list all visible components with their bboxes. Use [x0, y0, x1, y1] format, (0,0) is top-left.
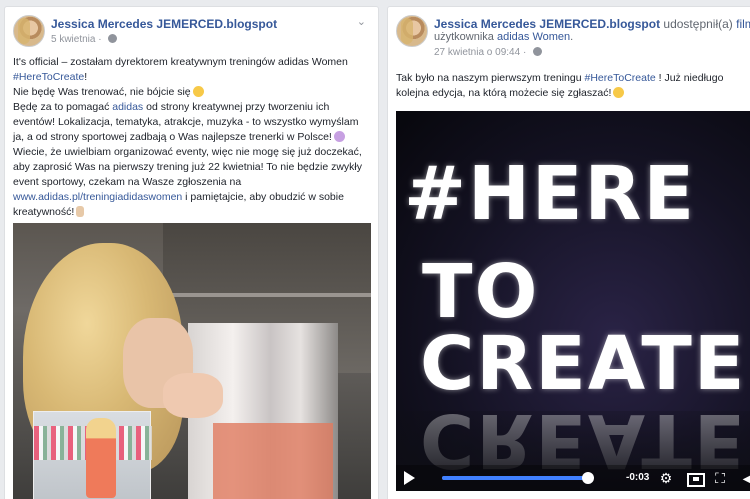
post-date[interactable]: 27 kwietnia o 09:44 — [434, 47, 520, 58]
text-line: Tak było na naszym pierwszym treningu — [396, 72, 585, 84]
globe-icon — [533, 47, 543, 56]
author-line: Jessica Mercedes JEMERCED.blogspot — [51, 17, 277, 31]
film-link[interactable]: film — [736, 17, 750, 31]
post-text: It's official – zostałam dyrektorem krea… — [13, 55, 368, 220]
post-meta: użytkownika adidas Women. — [434, 31, 573, 43]
user-suffix: . — [570, 31, 574, 43]
brand-link[interactable]: adidas — [112, 101, 143, 113]
volume-icon[interactable]: ◀ — [740, 470, 750, 486]
globe-icon — [108, 34, 118, 43]
picture-in-picture-icon[interactable] — [686, 470, 705, 487]
post-meta-date: 27 kwietnia o 09:44 · — [434, 47, 543, 58]
sparkle-emoji-icon — [333, 131, 345, 142]
text-line: ! — [84, 71, 88, 83]
author-name[interactable]: Jessica Mercedes JEMERCED.blogspot — [434, 17, 660, 31]
user-prefix: użytkownika — [434, 31, 497, 43]
coral-garment — [213, 423, 333, 499]
text-line: It's official – zostałam dyrektorem krea… — [13, 56, 348, 68]
peace-hand-emoji-icon — [76, 206, 85, 217]
post-date[interactable]: 5 kwietnia — [51, 34, 95, 45]
progress-fill — [442, 476, 588, 480]
video-title-line: #HERE — [404, 151, 697, 237]
play-icon[interactable] — [404, 471, 415, 485]
post-card: Jessica Mercedes JEMERCED.blogspot udost… — [387, 6, 750, 499]
inset-person — [86, 418, 116, 498]
gear-icon[interactable]: ⚙ — [658, 470, 674, 486]
author-avatar[interactable] — [396, 15, 428, 47]
post-header: Jessica Mercedes JEMERCED.blogspot 5 kwi… — [13, 15, 370, 55]
clothing-rail — [153, 293, 371, 297]
post-photo[interactable] — [13, 223, 371, 499]
shared-text: udostępnił(a) — [660, 17, 737, 31]
user-link[interactable]: adidas Women — [497, 31, 570, 43]
time-remaining: -0:03 — [626, 472, 650, 483]
author-avatar[interactable] — [13, 15, 45, 47]
smile-emoji-icon — [613, 87, 625, 98]
woman-hand — [163, 373, 223, 418]
post-header: Jessica Mercedes JEMERCED.blogspot udost… — [396, 15, 750, 58]
text-line: Wiecie, że uwielbiam organizować eventy,… — [13, 146, 362, 188]
progress-bar[interactable] — [442, 472, 594, 484]
url-link[interactable]: www.adidas.pl/treningiadidaswomen — [13, 191, 182, 203]
laughing-emoji-icon — [192, 86, 204, 97]
hashtag-link[interactable]: #HereToCreate — [585, 72, 656, 84]
text-line: Będę za to pomagać — [13, 101, 113, 113]
text-line: Nie będę Was trenować, nie bójcie się — [13, 86, 191, 98]
meta-separator: · — [522, 47, 527, 58]
post-meta: 5 kwietnia · — [51, 34, 118, 45]
post-card: Jessica Mercedes JEMERCED.blogspot 5 kwi… — [4, 6, 379, 499]
post-text: Tak było na naszym pierwszym treningu #H… — [396, 71, 746, 101]
meta-separator: · — [98, 34, 102, 45]
inset-photo — [33, 411, 152, 499]
video-player[interactable]: #HERE TO CREATE CREATE -0:03 ⚙ ⛶ ◀ — [396, 111, 750, 491]
progress-handle[interactable] — [581, 472, 594, 484]
video-controls: -0:03 ⚙ ⛶ ◀ — [396, 465, 750, 491]
author-name[interactable]: Jessica Mercedes JEMERCED.blogspot — [51, 17, 277, 31]
fullscreen-icon[interactable]: ⛶ — [712, 470, 728, 486]
chevron-down-icon[interactable]: ⌄ — [357, 15, 366, 28]
author-line: Jessica Mercedes JEMERCED.blogspot udost… — [434, 17, 750, 31]
video-title-line: CREATE — [420, 321, 747, 407]
hashtag-link[interactable]: #HereToCreate — [13, 71, 84, 83]
